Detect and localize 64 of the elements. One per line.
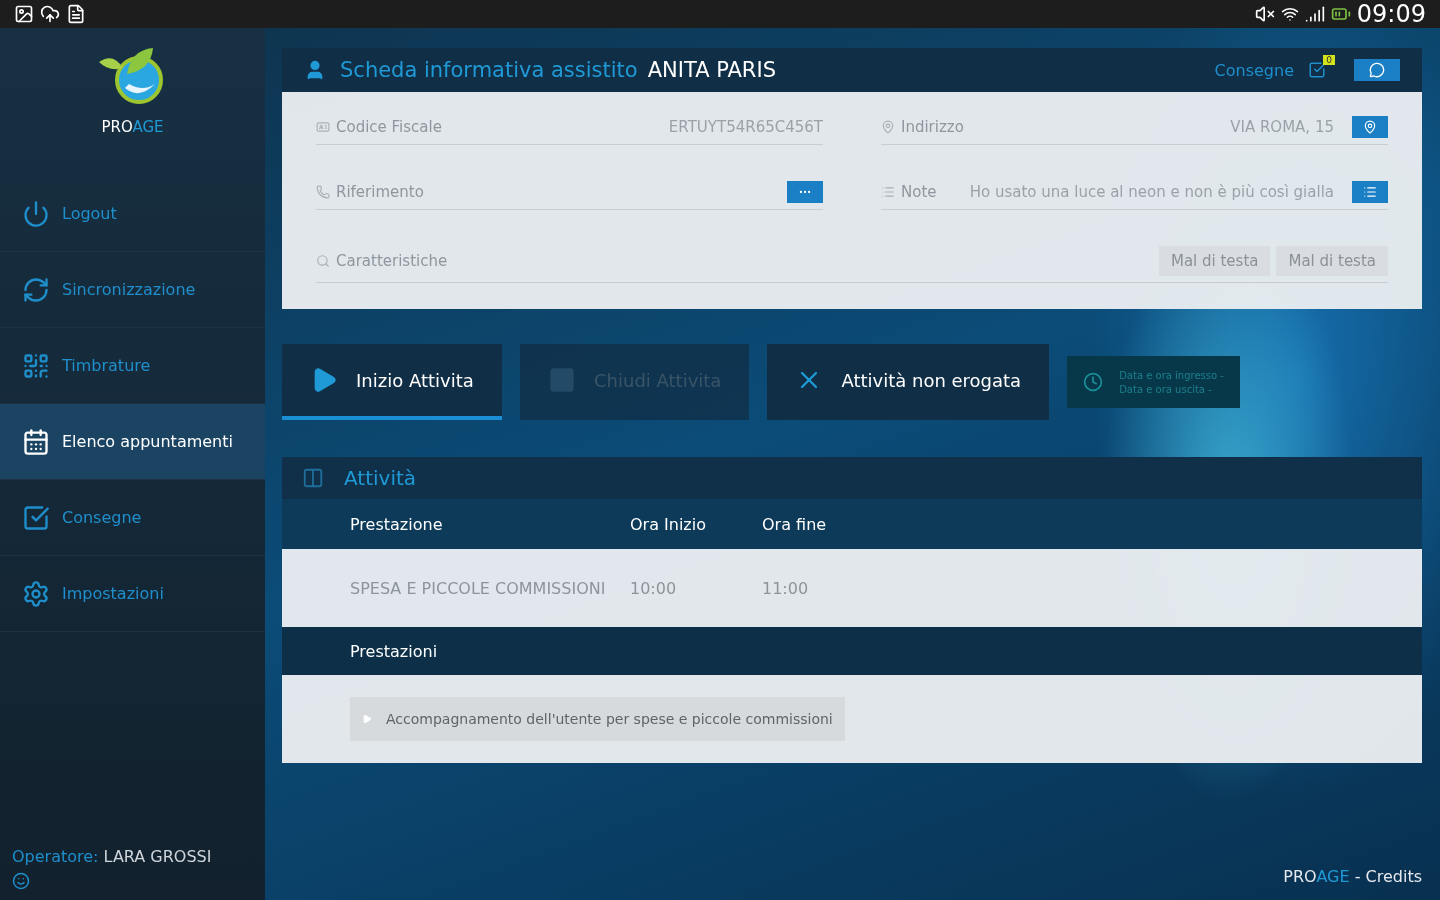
list-icon — [881, 185, 895, 199]
field-value: ERTUYT54R65C456T — [668, 118, 823, 136]
pin-icon — [881, 120, 895, 134]
sidebar-item[interactable]: Sincronizzazione — [0, 252, 265, 328]
time-text: Data e ora uscita - — [1119, 383, 1213, 395]
tag: Mal di testa — [1276, 246, 1388, 276]
settings-icon — [22, 579, 50, 608]
wifi-icon — [1280, 5, 1299, 23]
field-label: Riferimento — [336, 183, 424, 201]
service-item[interactable]: Accompagnamento dell'utente per spese e piccole commissioni — [350, 697, 845, 741]
signal-icon — [1304, 4, 1325, 24]
table-cell-text: SPESA E PICCOLE COMMISSIONI — [350, 578, 607, 598]
clock-icon — [1083, 372, 1104, 392]
sidebar-item[interactable]: Impostazioni — [0, 556, 265, 632]
mute-icon — [1254, 4, 1275, 24]
field-value: VIA ROMA, 15 — [1230, 118, 1334, 136]
table-cell-text: 11:00 — [762, 578, 810, 598]
tag: Mal di testa — [1158, 246, 1271, 276]
sidebar-item[interactable]: Consegne — [0, 480, 265, 556]
checkbox-icon — [1308, 61, 1326, 79]
sidebar-item[interactable]: Logout — [0, 176, 265, 252]
chat-icon — [1369, 62, 1385, 78]
field-value: Ho usato una luce al neon e non è più così gialla — [969, 183, 1334, 201]
table-cell-text: 10:00 — [630, 578, 678, 598]
phone-icon — [316, 185, 330, 199]
deliveries-link[interactable]: Consegne — [1214, 60, 1294, 80]
field-label: Codice Fiscale — [336, 118, 442, 136]
map-button[interactable] — [1352, 116, 1388, 138]
action-button[interactable]: Attività non erogata — [767, 344, 1050, 420]
play-icon — [362, 714, 372, 724]
qr-code-icon — [22, 351, 50, 380]
clock-time: 09:09 — [1356, 0, 1426, 28]
checkbox-icon — [22, 503, 50, 532]
column-header: Ora fine — [762, 514, 828, 534]
smiley-icon — [12, 872, 30, 890]
column-header: Ora Inizio — [630, 514, 707, 534]
count-badge: 0 — [1323, 55, 1335, 65]
columns-icon — [302, 467, 324, 489]
sidebar-item[interactable]: Elenco appuntamenti — [0, 404, 265, 480]
chat-button[interactable] — [1354, 59, 1400, 81]
field-label: Caratteristiche — [336, 252, 448, 270]
notes-button[interactable] — [1352, 181, 1388, 203]
calendar-icon — [22, 427, 50, 456]
action-button[interactable]: Inizio Attivita — [282, 344, 502, 420]
pin-icon — [1363, 120, 1377, 134]
id-card-icon — [316, 120, 330, 134]
section-title: Prestazioni — [350, 641, 438, 661]
power-icon — [22, 199, 50, 228]
search-icon — [316, 254, 330, 268]
header-title: Scheda informativa assistito — [340, 58, 638, 82]
sync-icon — [22, 275, 50, 304]
patient-name: ANITA PARIS — [647, 58, 776, 82]
time-text: Data e ora ingresso - — [1119, 369, 1224, 381]
credits-text: PROAGE - Credits — [1283, 867, 1422, 886]
field-label: Note — [901, 183, 937, 201]
image-icon — [14, 4, 34, 24]
panel-title: Attività — [344, 466, 417, 490]
field-label: Indirizzo — [901, 118, 964, 136]
logo-text: PROAGE — [101, 118, 164, 136]
cloud-upload-icon — [40, 4, 60, 24]
document-icon — [66, 4, 86, 24]
column-header: Prestazione — [350, 514, 444, 534]
list-icon — [1363, 185, 1377, 199]
operator-text: Operatore: LARA GROSSI — [11, 847, 213, 868]
